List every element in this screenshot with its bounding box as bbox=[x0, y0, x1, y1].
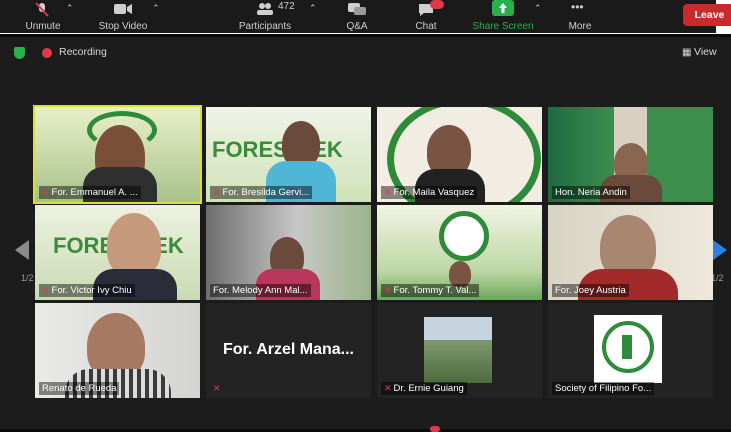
participant-name: Society of Filipino Fo... bbox=[552, 382, 655, 395]
video-camera-icon bbox=[114, 4, 132, 14]
participant-name: ✕ For. Tommy T. Val... bbox=[381, 284, 480, 297]
video-tile[interactable]: Hon. Neria Andin bbox=[548, 107, 713, 202]
chevron-up-icon[interactable]: ⌃ bbox=[152, 3, 160, 14]
profile-picture bbox=[424, 317, 492, 383]
video-tile[interactable]: ✕ For. Maila Vasquez bbox=[377, 107, 542, 202]
mic-muted-icon: ✕ bbox=[213, 383, 221, 393]
mic-muted-icon: ✕ bbox=[213, 187, 221, 197]
video-tile[interactable]: ✕ Dr. Ernie Guiang bbox=[377, 303, 542, 398]
video-tile[interactable]: FORES EK ✕ For. Bresilda Gervi... bbox=[206, 107, 371, 202]
participant-name: ✕ bbox=[210, 382, 226, 395]
video-tile[interactable]: Society of Filipino Fo... bbox=[548, 303, 713, 398]
forestrek-banner: FORES EK bbox=[212, 137, 343, 162]
participant-big-name: For. Arzel Mana... bbox=[223, 341, 354, 358]
participants-count: 472 bbox=[278, 1, 295, 12]
profile-picture bbox=[594, 315, 662, 383]
mic-muted-icon: ✕ bbox=[384, 285, 392, 295]
page-indicator-left: 1/2 bbox=[21, 273, 34, 283]
meeting-area: Recording ▦ View 1/2 1/2 ✕ For. Emmanuel … bbox=[0, 37, 731, 429]
stop-video-button[interactable]: Stop Video bbox=[92, 0, 154, 33]
chat-unread-badge bbox=[430, 0, 444, 9]
next-page-arrow-icon[interactable] bbox=[713, 240, 727, 260]
mic-muted-icon: ✕ bbox=[42, 285, 50, 295]
participant-name: ✕ For. Emmanuel A. ... bbox=[39, 186, 141, 199]
chevron-up-icon[interactable]: ⌃ bbox=[309, 3, 317, 14]
chevron-up-icon[interactable]: ⌃ bbox=[66, 3, 74, 14]
recording-label: Recording bbox=[59, 46, 107, 58]
video-tile[interactable]: ✕ For. Tommy T. Val... bbox=[377, 205, 542, 300]
video-tile[interactable]: ✕ For. Emmanuel A. ... bbox=[33, 105, 202, 204]
participants-button[interactable]: 472 Participants bbox=[232, 0, 298, 33]
participant-face bbox=[107, 213, 161, 277]
unmute-button[interactable]: Unmute bbox=[20, 0, 66, 33]
video-tile[interactable]: FORES EK ✕ For. Victor Ivy Chiu bbox=[35, 205, 200, 300]
mic-muted-icon: ✕ bbox=[42, 187, 50, 197]
view-button[interactable]: View bbox=[694, 46, 717, 58]
participant-name: ✕ For. Bresilda Gervi... bbox=[210, 186, 313, 199]
participants-icon bbox=[257, 3, 273, 15]
participant-name: Renato de Rueda bbox=[39, 382, 120, 395]
video-tile[interactable]: Renato de Rueda bbox=[35, 303, 200, 398]
meeting-toolbar: Unmute ⌃ Stop Video ⌃ 472 Participants ⌃… bbox=[0, 0, 716, 33]
society-logo bbox=[439, 211, 489, 261]
encryption-shield-icon[interactable] bbox=[14, 47, 25, 59]
more-button[interactable]: ••• More bbox=[564, 0, 596, 33]
mic-muted-icon bbox=[35, 2, 49, 17]
mic-muted-icon: ✕ bbox=[384, 383, 392, 393]
mic-muted-icon: ✕ bbox=[384, 187, 392, 197]
chevron-up-icon[interactable]: ⌃ bbox=[534, 3, 542, 14]
qa-icon bbox=[348, 3, 366, 15]
video-tile[interactable]: For. Melody Ann Mal... bbox=[206, 205, 371, 300]
ellipsis-icon: ••• bbox=[571, 0, 584, 14]
leave-button[interactable]: Leave bbox=[683, 4, 731, 26]
participant-name: ✕ For. Maila Vasquez bbox=[381, 186, 478, 199]
qa-button[interactable]: Q&A bbox=[342, 0, 372, 33]
grid-view-icon: ▦ bbox=[682, 47, 692, 58]
participant-name: ✕ For. Victor Ivy Chiu bbox=[39, 284, 135, 297]
participant-name: For. Joey Austria bbox=[552, 284, 629, 297]
video-tile[interactable]: For. Joey Austria bbox=[548, 205, 713, 300]
video-tile[interactable]: For. Arzel Mana... ✕ bbox=[206, 303, 371, 398]
notification-dot bbox=[430, 426, 440, 432]
participant-name: ✕ Dr. Ernie Guiang bbox=[381, 382, 467, 395]
share-screen-icon[interactable] bbox=[492, 0, 514, 16]
previous-page-arrow-icon[interactable] bbox=[15, 240, 29, 260]
participant-name: For. Melody Ann Mal... bbox=[210, 284, 311, 297]
participant-name: Hon. Neria Andin bbox=[552, 186, 630, 199]
recording-dot-icon bbox=[42, 48, 52, 58]
